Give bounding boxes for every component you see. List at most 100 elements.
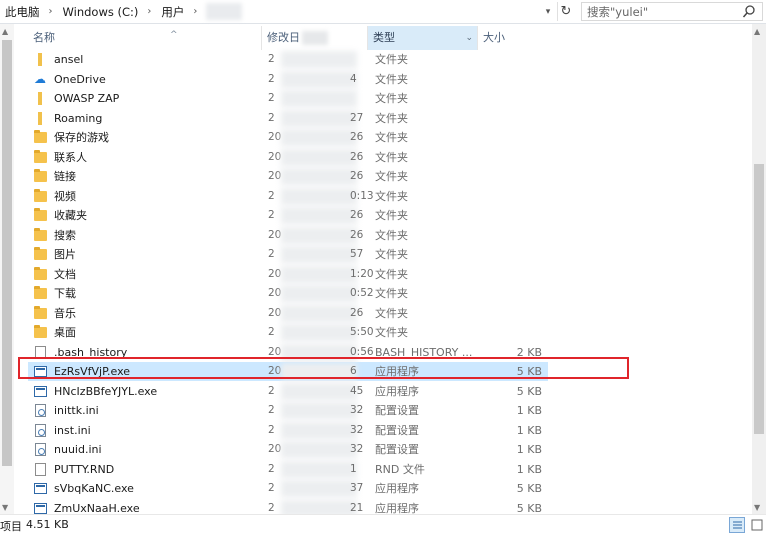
- file-size: 5 KB: [516, 482, 542, 495]
- file-row[interactable]: HNcIzBBfeYJYL.exe 2 45 应用程序 5 KB: [28, 382, 548, 401]
- filter-dropdown-icon[interactable]: ⌄: [465, 26, 473, 50]
- file-name: Roaming: [54, 112, 103, 125]
- favorites-icon: [34, 208, 47, 222]
- column-header-size[interactable]: 大小: [478, 26, 550, 50]
- file-date-tail: 26: [350, 229, 364, 241]
- file-name: 视频: [54, 190, 76, 203]
- redacted-date: [281, 51, 357, 68]
- file-size: 1 KB: [516, 463, 542, 476]
- file-size: 1 KB: [516, 404, 542, 417]
- address-bar[interactable]: 此电脑 › Windows (C:) › 用户 › ▾ ↻ 搜索"yulei": [0, 0, 766, 24]
- redacted-date: [281, 149, 357, 166]
- refresh-icon[interactable]: ↻: [557, 2, 574, 21]
- item-count: 项目: [0, 520, 22, 533]
- scroll-up-icon[interactable]: ▲: [754, 27, 760, 36]
- file-date: 2: [268, 112, 275, 124]
- file-date: 20: [268, 307, 282, 319]
- file-row[interactable]: 收藏夹 2 26 文件夹: [28, 206, 548, 225]
- search-box[interactable]: 搜索"yulei": [581, 2, 763, 21]
- ini-icon: [34, 443, 47, 456]
- file-row[interactable]: OWASP ZAP 2 文件夹: [28, 89, 548, 108]
- file-date-tail: 1:20: [350, 268, 374, 280]
- file-row[interactable]: ansel 2 文件夹: [28, 50, 548, 69]
- file-row[interactable]: 桌面 2 5:50 文件夹: [28, 323, 548, 342]
- file-row[interactable]: 文档 20 1:20 文件夹: [28, 265, 548, 284]
- scroll-thumb[interactable]: [754, 164, 764, 434]
- chevron-right-icon[interactable]: ›: [44, 6, 58, 17]
- search-input[interactable]: 搜索"yulei": [587, 4, 648, 20]
- file-type: 文件夹: [375, 151, 408, 164]
- file-name: inst.ini: [54, 424, 91, 437]
- file-size: [478, 245, 542, 264]
- file-row[interactable]: 搜索 20 26 文件夹: [28, 226, 548, 245]
- pictures-icon: [34, 247, 47, 261]
- file-size: [478, 50, 542, 69]
- large-icons-view-icon[interactable]: [749, 517, 765, 533]
- file-date: 2: [268, 385, 275, 397]
- redacted-header-text: [302, 31, 328, 45]
- file-list[interactable]: ansel 2 文件夹 ☁ OneDrive 2 4 文件夹 OWASP ZAP 2 文件夹 Roam…: [0, 50, 752, 517]
- file-row[interactable]: 保存的游戏 20 26 文件夹: [28, 128, 548, 147]
- file-row[interactable]: Roaming 2 27 文件夹: [28, 109, 548, 128]
- chevron-right-icon[interactable]: ›: [142, 6, 156, 17]
- column-header-modified[interactable]: 修改日: [262, 26, 368, 50]
- file-date: 2: [268, 248, 275, 260]
- file-row[interactable]: 音乐 20 26 文件夹: [28, 304, 548, 323]
- file-size: [478, 206, 542, 225]
- file-icon: [34, 463, 47, 476]
- folder-icon: [34, 112, 47, 125]
- column-type-label: 类型: [373, 31, 395, 44]
- onedrive-icon: ☁: [34, 72, 46, 86]
- file-type: 文件夹: [375, 248, 408, 261]
- file-row[interactable]: 联系人 20 26 文件夹: [28, 148, 548, 167]
- file-row[interactable]: inittk.ini 2 32 配置设置 1 KB: [28, 401, 548, 420]
- search-icon[interactable]: [742, 4, 756, 19]
- file-date-tail: 0:52: [350, 287, 374, 299]
- file-row[interactable]: nuuid.ini 20 32 配置设置 1 KB: [28, 440, 548, 459]
- folder-icon: [34, 92, 47, 105]
- file-date: 2: [268, 424, 275, 436]
- file-row[interactable]: inst.ini 2 32 配置设置 1 KB: [28, 421, 548, 440]
- vertical-scrollbar[interactable]: ▲ ▼: [752, 24, 766, 514]
- column-header-type[interactable]: 类型 ⌄: [368, 26, 478, 50]
- file-size: [478, 128, 542, 147]
- chevron-right-icon[interactable]: ›: [188, 6, 202, 17]
- ini-icon: [34, 404, 47, 417]
- selection-size: 4.51 KB: [26, 518, 69, 531]
- file-row[interactable]: 图片 2 57 文件夹: [28, 245, 548, 264]
- file-date-tail: 32: [350, 424, 364, 436]
- status-bar: 项目 4.51 KB: [0, 514, 766, 537]
- address-history-dropdown[interactable]: ▾: [541, 3, 555, 20]
- file-date-tail: 26: [350, 151, 364, 163]
- file-row[interactable]: 链接 20 26 文件夹: [28, 167, 548, 186]
- file-size: [478, 187, 542, 206]
- breadcrumb[interactable]: 此电脑 › Windows (C:) › 用户 ›: [0, 1, 555, 22]
- redacted-user-crumb: [206, 3, 243, 20]
- file-type: 文件夹: [375, 112, 408, 125]
- file-date: 2: [268, 404, 275, 416]
- file-name: 音乐: [54, 307, 76, 320]
- file-row[interactable]: 视频 2 0:13 文件夹: [28, 187, 548, 206]
- redacted-date: [281, 188, 357, 205]
- redacted-date: [281, 441, 357, 458]
- file-row[interactable]: sVbqKaNC.exe 2 37 应用程序 5 KB: [28, 479, 548, 498]
- column-header-name[interactable]: 名称 ^: [28, 26, 262, 50]
- file-date: 2: [268, 53, 275, 65]
- file-size: [478, 148, 542, 167]
- file-row[interactable]: ☁ OneDrive 2 4 文件夹: [28, 70, 548, 89]
- file-row[interactable]: PUTTY.RND 2 1 RND 文件 1 KB: [28, 460, 548, 479]
- highlight-box: [18, 357, 629, 379]
- column-size-label: 大小: [483, 31, 505, 44]
- details-view-icon[interactable]: [729, 517, 745, 533]
- scroll-down-icon[interactable]: ▼: [754, 503, 760, 512]
- breadcrumb-users[interactable]: 用户: [156, 4, 188, 20]
- file-size: 1 KB: [516, 443, 542, 456]
- file-row[interactable]: 下载 20 0:52 文件夹: [28, 284, 548, 303]
- file-date-tail: 32: [350, 443, 364, 455]
- breadcrumb-this-pc[interactable]: 此电脑: [0, 4, 44, 20]
- file-type: 文件夹: [375, 170, 408, 183]
- file-date-tail: 57: [350, 248, 364, 260]
- breadcrumb-windows-c[interactable]: Windows (C:): [58, 5, 143, 19]
- file-size: [478, 323, 542, 342]
- redacted-date: [281, 110, 357, 127]
